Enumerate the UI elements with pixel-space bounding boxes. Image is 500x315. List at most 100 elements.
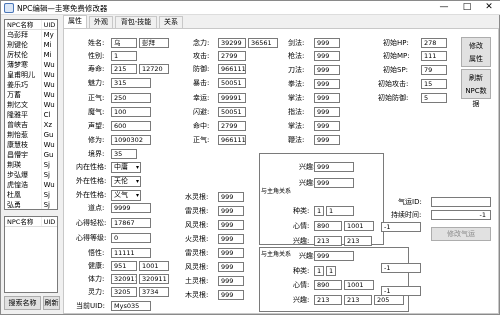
refresh-list-button[interactable]: 刷新: [43, 296, 60, 310]
power-max-field[interactable]: 36561: [248, 38, 278, 48]
comprehension-field[interactable]: 11111: [111, 248, 151, 258]
rel2-favor-field[interactable]: 999: [314, 251, 354, 261]
blade-field[interactable]: 999: [314, 65, 340, 75]
finger-field[interactable]: 999: [314, 107, 340, 117]
righteous-field[interactable]: 250: [111, 93, 151, 103]
insight-field[interactable]: 17867: [111, 218, 151, 228]
thunder-root-field[interactable]: 999: [218, 206, 244, 216]
tab-inventory-skills[interactable]: 背包-技能: [115, 16, 157, 28]
npc-list-row[interactable]: 皇甫明儿 Wu: [5, 70, 57, 80]
npc-list-row[interactable]: 曾峡吉 Xz: [5, 120, 57, 130]
col-id-header[interactable]: UID: [42, 20, 57, 29]
npc-list-row[interactable]: 荆怡惹 Gu: [5, 130, 57, 140]
outer-nature-select[interactable]: 天伦 ▾: [111, 176, 141, 187]
npc-list-row[interactable]: 昌懵宇 Gu: [5, 150, 57, 160]
earth-root-field[interactable]: 999: [218, 248, 244, 258]
modify-qi-button[interactable]: 修改气运: [431, 227, 491, 241]
fame-field[interactable]: 600: [111, 121, 151, 131]
rel2-side-field2[interactable]: -1: [381, 286, 421, 296]
cultivation-field[interactable]: 1090302: [111, 135, 151, 145]
tab-attributes[interactable]: 属性: [63, 15, 87, 28]
given-name-field[interactable]: 彭拜: [139, 38, 169, 48]
rel1-type-field2[interactable]: 1: [326, 206, 354, 216]
npc-list-row[interactable]: 刑键伦 Mi: [5, 40, 57, 50]
rel1-interest-a-field[interactable]: 213: [314, 236, 342, 246]
init-atk-field[interactable]: 15: [421, 79, 447, 89]
refresh-npc-button[interactable]: 刷新 NPC数据: [461, 69, 491, 108]
sword-field[interactable]: 999: [314, 38, 340, 48]
soil-root-field[interactable]: 999: [218, 276, 244, 286]
npc-list-row[interactable]: 弘勇 Sj: [5, 200, 57, 209]
hammer-field[interactable]: 999: [314, 121, 340, 131]
charm-field[interactable]: 315: [111, 78, 151, 88]
rel2-mood-max-field[interactable]: 1001: [344, 280, 374, 290]
init-hp-field[interactable]: 278: [421, 38, 447, 48]
rel2-type-field[interactable]: 1: [314, 266, 324, 276]
health-field[interactable]: 951: [111, 261, 137, 271]
inner-nature-select[interactable]: 中庸 ▾: [111, 162, 141, 173]
qi-id-field[interactable]: [431, 197, 491, 207]
spirit-field[interactable]: 3205: [111, 287, 137, 297]
maximize-button[interactable]: □: [456, 1, 478, 15]
rel1-side-field[interactable]: -1: [381, 222, 421, 232]
col2-id-header[interactable]: UID: [42, 217, 57, 226]
power-field[interactable]: 39299: [218, 38, 246, 48]
fist-field[interactable]: 999: [314, 79, 340, 89]
general-field[interactable]: 966111: [218, 135, 246, 145]
wind-root-field[interactable]: 999: [218, 220, 244, 230]
whip-field[interactable]: 999: [314, 135, 340, 145]
spirit-max-field[interactable]: 3734: [139, 287, 169, 297]
attack-field[interactable]: 2799: [218, 51, 246, 61]
npc-list-row[interactable]: 荆瑛 Sj: [5, 160, 57, 170]
npc-list-row[interactable]: 厉杖伦 Mi: [5, 50, 57, 60]
rel1-mood-max-field[interactable]: 1001: [344, 221, 374, 231]
outer-nature2-select[interactable]: 义气 ▾: [111, 190, 141, 201]
init-sp-field[interactable]: 79: [421, 65, 447, 75]
lifespan-field[interactable]: 215: [111, 64, 137, 74]
rel1-interest-top-field[interactable]: 999: [314, 178, 354, 188]
uid-field[interactable]: Mys035: [111, 301, 151, 311]
npc-list-row[interactable]: 隆雅平 Cl: [5, 110, 57, 120]
rel1-type-field[interactable]: 1: [314, 206, 324, 216]
close-button[interactable]: ✕: [478, 1, 500, 15]
luck-field[interactable]: 99991: [218, 93, 246, 103]
surname-field[interactable]: 乌: [111, 38, 137, 48]
npc-list-row[interactable]: 薄梦寒 Wu: [5, 60, 57, 70]
col-name-header[interactable]: NPC名称: [5, 20, 42, 29]
stamina-field[interactable]: 320911: [111, 274, 137, 284]
water-root-field[interactable]: 999: [218, 192, 244, 202]
npc-list-row[interactable]: 康慧枝 Wu: [5, 140, 57, 150]
crit-field[interactable]: 50051: [218, 78, 246, 88]
col2-name-header[interactable]: NPC名称: [5, 217, 42, 226]
dao-field[interactable]: 9999: [111, 203, 151, 213]
palm-field[interactable]: 999: [314, 93, 340, 103]
npc-list-row[interactable]: 虎惶浩 Wu: [5, 180, 57, 190]
npc-list-secondary[interactable]: NPC名称 UID: [4, 216, 58, 293]
modify-attributes-button[interactable]: 修改 属性: [461, 37, 491, 67]
health-max-field[interactable]: 1001: [139, 261, 169, 271]
rel2-side-field[interactable]: -1: [381, 263, 421, 273]
init-mp-field[interactable]: 111: [421, 51, 447, 61]
minimize-button[interactable]: —: [433, 1, 455, 15]
fire-root-field[interactable]: 999: [218, 234, 244, 244]
realm-field[interactable]: 35: [111, 149, 137, 159]
hit-field[interactable]: 2799: [218, 121, 246, 131]
rel2-interest-b-field[interactable]: 213: [344, 295, 372, 305]
rel2-type-field2[interactable]: 1: [326, 266, 336, 276]
rel1-favor-field[interactable]: 999: [314, 162, 354, 172]
tab-relations[interactable]: 关系: [159, 16, 183, 28]
rel2-mood-field[interactable]: 890: [314, 280, 342, 290]
npc-list-row[interactable]: 姜乐巧 Wu: [5, 80, 57, 90]
metal-root-field[interactable]: 999: [218, 262, 244, 272]
qi-duration-field[interactable]: -1: [431, 210, 491, 220]
demonic-field[interactable]: 100: [111, 107, 151, 117]
rel2-interest-a-field[interactable]: 213: [314, 295, 342, 305]
npc-list[interactable]: NPC名称 UID 乌彭拜 My 刑键伦 Mi 厉杖伦 Mi 薄梦寒 Wu 皇甫明儿 Wu 姜乐巧 W…: [4, 19, 58, 210]
npc-list-row[interactable]: 杜凰 Sj: [5, 190, 57, 200]
stamina-max-field[interactable]: 320911: [139, 274, 169, 284]
rel1-interest-b-field[interactable]: 213: [344, 236, 372, 246]
wood-root-field[interactable]: 999: [218, 290, 244, 300]
rel1-mood-field[interactable]: 890: [314, 221, 342, 231]
npc-list-row[interactable]: 万蓄 Wu: [5, 90, 57, 100]
tab-appearance[interactable]: 外观: [89, 16, 113, 28]
